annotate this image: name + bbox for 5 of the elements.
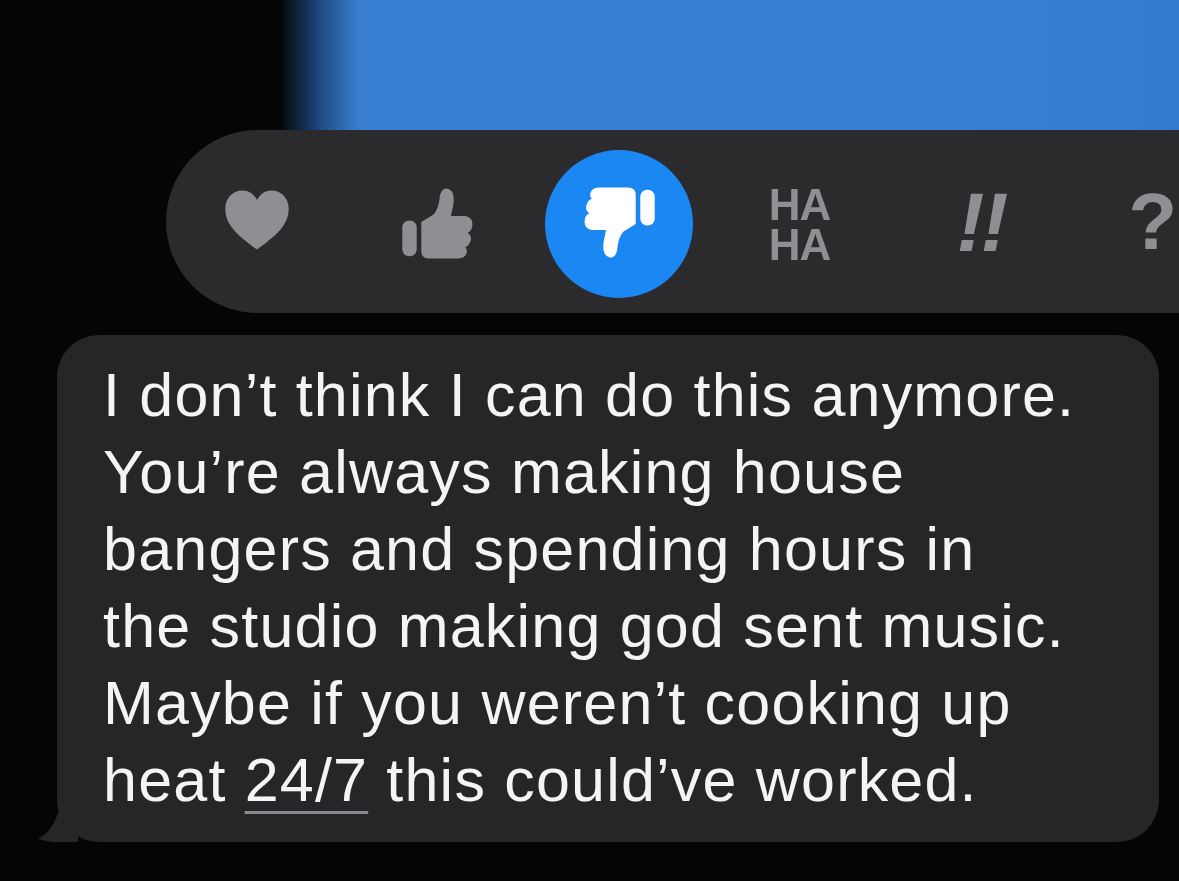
message-text: I don’t think I can do this anymore. You’re always making house bangers and spending hours in the studio making god sent music. Maybe if you weren’t cooking up heat 24/7 this could’ve worked. [103,360,1077,816]
reaction-button[interactable]: ? [1128,179,1177,264]
reaction-button[interactable]: HA HA [768,184,831,265]
reaction-button[interactable]: !! [956,179,1005,264]
link[interactable]: 24/7 [244,746,369,814]
